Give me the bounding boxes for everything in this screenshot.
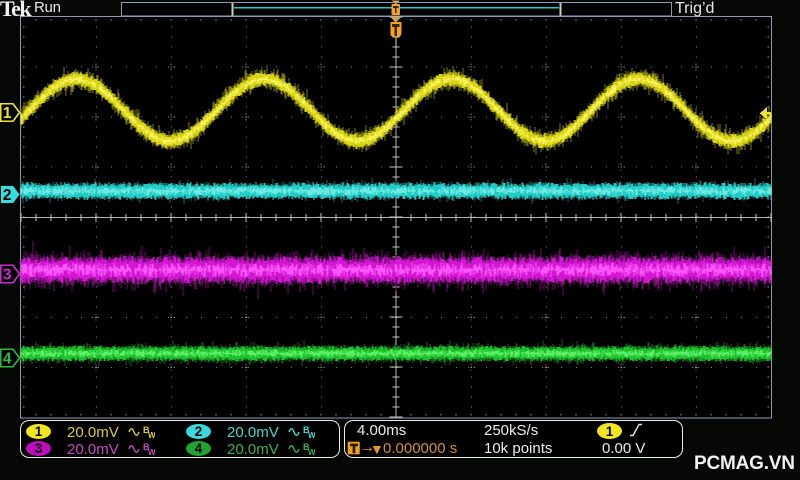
- svg-text:4: 4: [3, 350, 12, 367]
- svg-text:W: W: [308, 448, 315, 457]
- svg-text:W: W: [148, 448, 155, 457]
- svg-text:1: 1: [3, 105, 12, 122]
- svg-text:3: 3: [3, 266, 12, 283]
- svg-text:W: W: [308, 431, 315, 440]
- svg-text:2: 2: [3, 187, 12, 204]
- svg-text:W: W: [148, 431, 155, 440]
